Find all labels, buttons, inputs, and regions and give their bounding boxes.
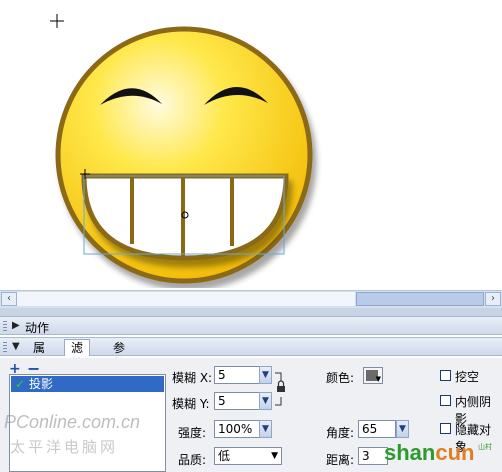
horizontal-scrollbar[interactable]: ‹ ›: [0, 290, 502, 308]
chevron-down-icon: ▼: [399, 424, 406, 434]
quality-value: 低: [218, 449, 231, 463]
angle-label: 角度:: [326, 426, 355, 440]
strength-dropdown[interactable]: ▼: [259, 420, 272, 438]
grip-icon[interactable]: [3, 342, 7, 352]
expanded-arrow-icon[interactable]: ▼: [12, 341, 20, 352]
pconline-cn-watermark: 太平洋电脑网: [10, 438, 119, 456]
checkmark-icon[interactable]: ✓: [15, 376, 25, 392]
grip-icon[interactable]: [3, 321, 7, 331]
scroll-track[interactable]: [17, 292, 355, 306]
stage-canvas[interactable]: [0, 0, 502, 288]
properties-panel-header: ▼ 属性 滤镜 参数: [0, 337, 502, 371]
chevron-down-icon: ▼: [271, 451, 278, 461]
strength-field[interactable]: 100%: [214, 420, 260, 438]
tab-properties[interactable]: 属性: [26, 339, 52, 371]
quality-label: 品质:: [178, 453, 207, 467]
scroll-right-icon: ›: [491, 293, 495, 304]
color-swatch[interactable]: ▼: [363, 367, 383, 384]
color-label: 颜色:: [326, 371, 355, 385]
blur-y-field[interactable]: 5: [214, 392, 260, 410]
lock-icon[interactable]: [273, 372, 287, 406]
hide-object-checkbox[interactable]: [440, 423, 451, 434]
chevron-down-icon: ▼: [375, 375, 381, 383]
scroll-left-icon: ‹: [7, 293, 11, 304]
angle-dropdown[interactable]: ▼: [396, 420, 409, 438]
angle-field[interactable]: 65: [358, 420, 396, 438]
chevron-down-icon: ▼: [262, 370, 269, 380]
watermark-part: shan: [384, 440, 436, 465]
panel-divider[interactable]: [0, 308, 502, 316]
knockout-checkbox[interactable]: [440, 370, 451, 381]
chevron-down-icon: ▼: [262, 424, 269, 434]
shancun-watermark: shancun: [384, 440, 474, 466]
scroll-right-button[interactable]: ›: [485, 292, 501, 306]
collapsed-arrow-icon[interactable]: ▶: [12, 320, 20, 331]
distance-label: 距离:: [326, 453, 355, 467]
quality-select[interactable]: 低 ▼: [214, 447, 282, 465]
blur-x-field[interactable]: 5: [214, 366, 260, 384]
blur-y-label: 模糊 Y:: [172, 397, 210, 411]
tab-parameters[interactable]: 参数: [106, 339, 132, 371]
scroll-left-button[interactable]: ‹: [1, 292, 17, 306]
pconline-watermark: PConline.com.cn: [4, 412, 141, 432]
tab-filters[interactable]: 滤镜: [64, 339, 91, 371]
scroll-thumb[interactable]: [356, 292, 484, 306]
inner-shadow-checkbox[interactable]: [440, 395, 451, 406]
blur-x-dropdown[interactable]: ▼: [259, 366, 272, 384]
knockout-label: 挖空: [455, 370, 480, 384]
blur-y-dropdown[interactable]: ▼: [259, 392, 272, 410]
smiley-artwork[interactable]: [0, 0, 502, 288]
shancun-small-watermark: 山村: [478, 443, 492, 451]
actions-panel-header[interactable]: ▶ 动作: [0, 316, 502, 335]
chevron-down-icon: ▼: [262, 396, 269, 406]
list-item[interactable]: ✓ 投影: [11, 376, 164, 392]
blur-x-label: 模糊 X:: [172, 371, 213, 385]
watermark-part: cun: [435, 440, 475, 465]
filter-name: 投影: [29, 377, 54, 391]
actions-panel-title[interactable]: 动作: [25, 319, 49, 336]
strength-label: 强度:: [178, 426, 207, 440]
